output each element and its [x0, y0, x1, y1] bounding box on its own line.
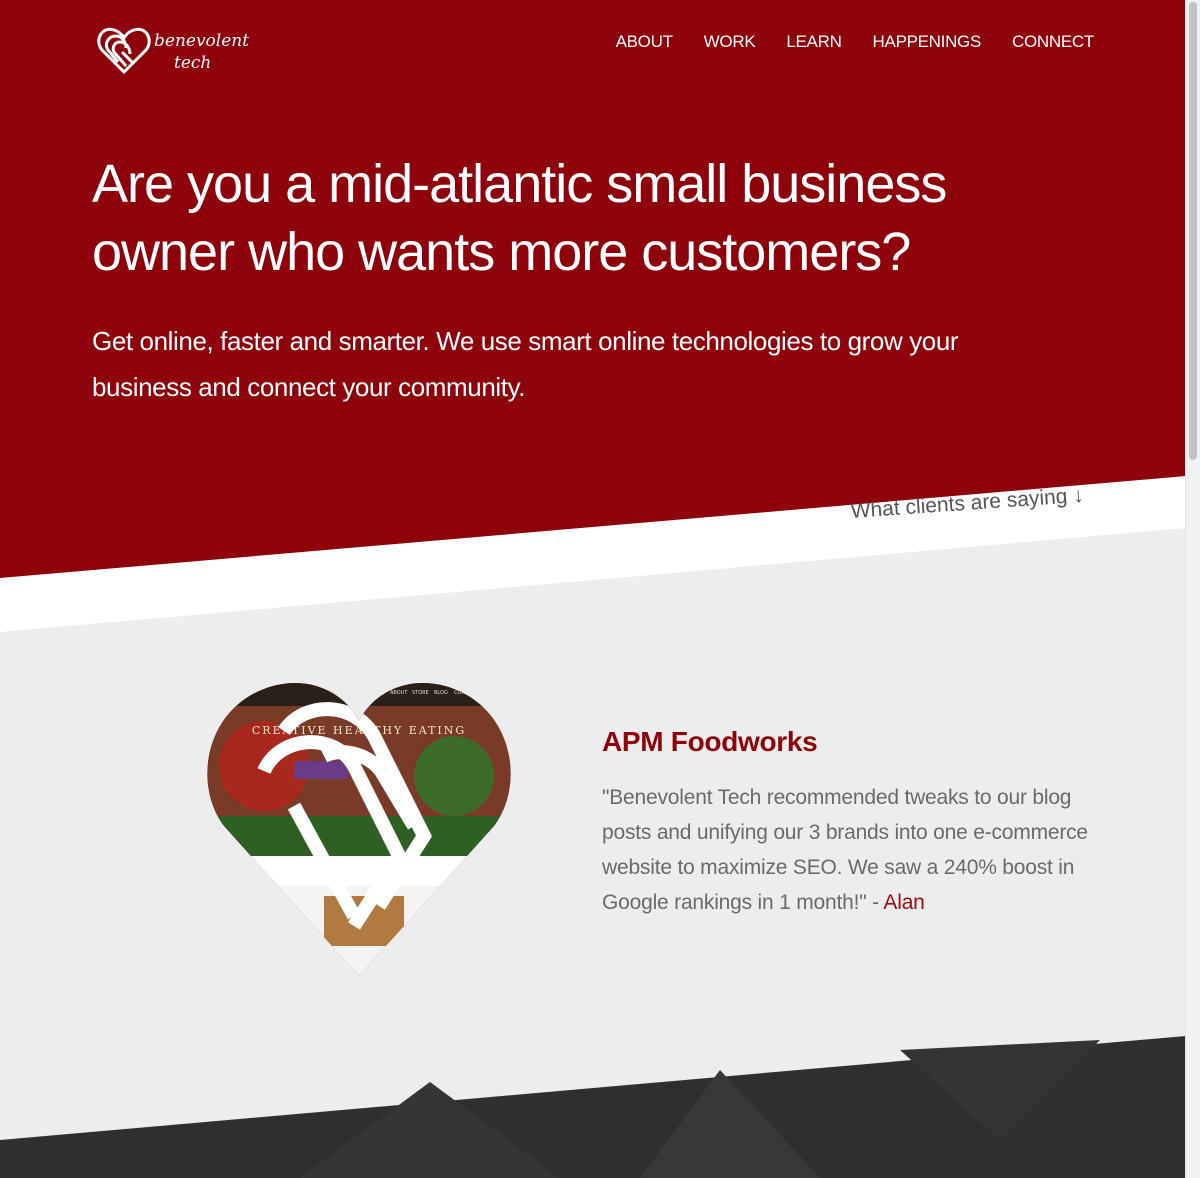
nav-work[interactable]: WORK	[704, 32, 756, 52]
client-website-heart-image: CREATIVE HEALTHY EATING HOME ABOUT STORE…	[207, 682, 511, 977]
logo-text-tech: tech	[174, 53, 211, 73]
testimonial-quote: "Benevolent Tech recommended tweaks to o…	[602, 786, 1088, 914]
testimonial-quote-block: "Benevolent Tech recommended tweaks to o…	[602, 780, 1092, 920]
testimonial-author-link[interactable]: Alan	[883, 891, 924, 914]
main-nav: ABOUT WORK LEARN HAPPENINGS CONNECT	[585, 32, 1095, 52]
arrow-down-icon: ↓	[1072, 483, 1085, 508]
heart-image-nav-contact: CONTACT	[454, 690, 479, 696]
heart-image-nav-store: STORE	[412, 690, 429, 696]
testimonial-separator: -	[866, 891, 884, 914]
nav-learn[interactable]: LEARN	[786, 32, 841, 52]
logo-text-benevolent: benevolent	[154, 31, 249, 51]
testimonial-card: APM Foodworks "Benevolent Tech recommend…	[602, 726, 1092, 920]
nav-happenings[interactable]: HAPPENINGS	[873, 32, 982, 52]
nav-connect[interactable]: CONNECT	[1012, 32, 1094, 52]
scrollbar-thumb[interactable]	[1189, 2, 1197, 460]
page-scrollbar[interactable]	[1185, 0, 1200, 1178]
nav-about[interactable]: ABOUT	[616, 32, 673, 52]
hero-subhead: Get online, faster and smarter. We use s…	[92, 326, 959, 402]
testimonial-company: APM Foodworks	[602, 726, 818, 757]
heart-image-nav-blog: BLOG	[434, 690, 448, 696]
logo[interactable]: benevolent tech	[96, 22, 256, 80]
heart-logo-icon: benevolent tech	[97, 27, 249, 75]
heart-image-nav-home: HOME	[366, 690, 381, 696]
hero-headline: Are you a mid-atlantic small business ow…	[92, 154, 947, 282]
heart-image-nav-about: ABOUT	[390, 690, 408, 696]
